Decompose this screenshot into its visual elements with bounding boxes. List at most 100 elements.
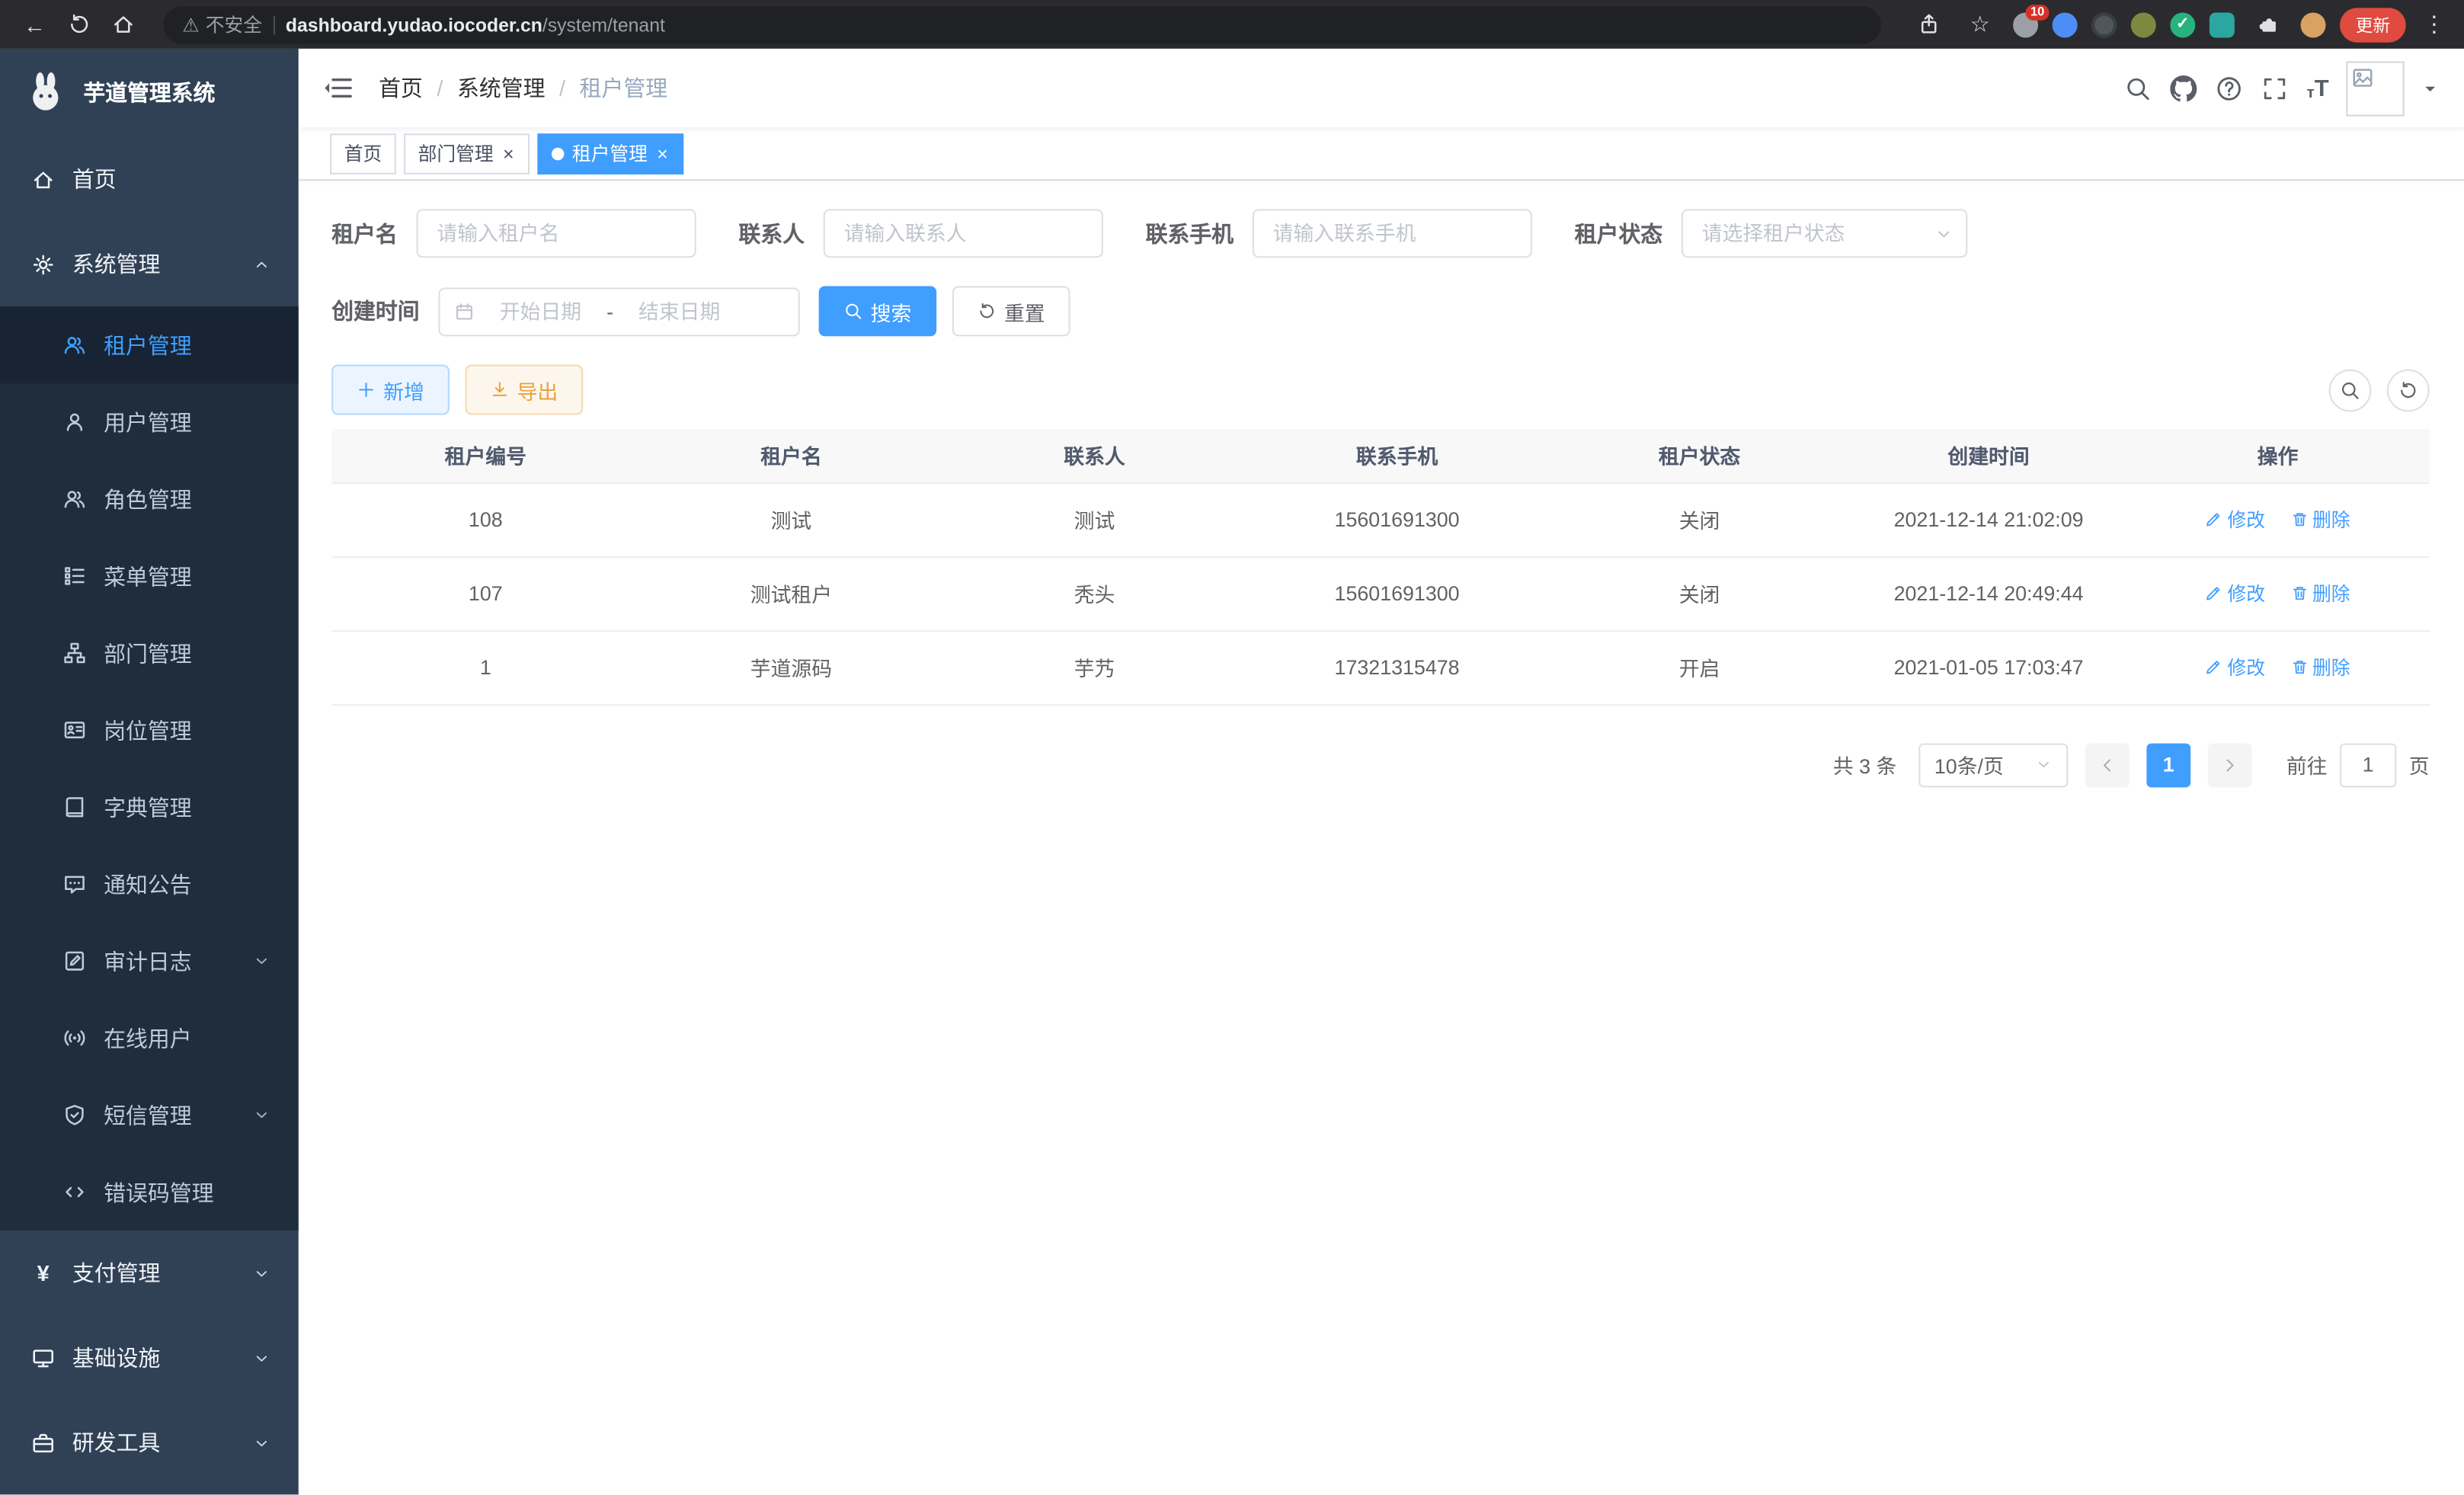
sidebar: 芋道管理系统 首页 系统管理 租户管理 用户管理	[0, 49, 299, 1495]
home-icon[interactable]	[104, 5, 142, 43]
sidebar-item-dict-management[interactable]: 字典管理	[0, 769, 299, 846]
help-icon[interactable]	[2216, 74, 2244, 102]
table-row: 108 测试 测试 15601691300 关闭 2021-12-14 21:0…	[331, 482, 2429, 556]
refresh-table-icon[interactable]	[2387, 369, 2430, 411]
next-page-button[interactable]	[2208, 743, 2252, 787]
col-actions: 操作	[2126, 429, 2430, 482]
tag-home[interactable]: 首页	[330, 133, 396, 174]
breadcrumb-system[interactable]: 系统管理	[457, 72, 546, 104]
shield-icon	[63, 1103, 87, 1127]
user-avatar[interactable]	[2346, 60, 2404, 115]
cell-contact: 测试	[943, 482, 1246, 556]
security-warning[interactable]: ⚠ 不安全	[182, 11, 262, 37]
back-icon[interactable]: ←	[16, 5, 54, 43]
sidebar-collapse-icon[interactable]	[322, 72, 354, 104]
sidebar-item-online-users[interactable]: 在线用户	[0, 1000, 299, 1077]
tenant-name-input[interactable]	[417, 209, 696, 258]
sidebar-item-sms-management[interactable]: 短信管理	[0, 1077, 299, 1154]
add-button[interactable]: 新增	[331, 365, 450, 415]
close-icon[interactable]: ×	[655, 144, 670, 163]
close-icon[interactable]: ×	[501, 144, 516, 163]
sidebar-item-payment-management[interactable]: ¥ 支付管理	[0, 1231, 299, 1315]
hide-search-icon[interactable]	[2329, 369, 2372, 411]
app-logo[interactable]: 芋道管理系统	[0, 49, 299, 137]
delete-link[interactable]: 删除	[2290, 580, 2350, 607]
goto-label: 前往	[2286, 750, 2328, 780]
sidebar-item-label: 字典管理	[104, 791, 192, 822]
search-button[interactable]: 搜索	[819, 286, 937, 336]
header-search-icon[interactable]	[2124, 74, 2152, 102]
extension-teal-icon[interactable]	[2210, 11, 2235, 37]
sidebar-item-menu-management[interactable]: 菜单管理	[0, 537, 299, 614]
page-number-1[interactable]: 1	[2146, 743, 2190, 787]
update-button[interactable]: 更新	[2340, 7, 2406, 41]
browser-actions: ☆ 10 ✓ 更新 ⋮	[1909, 5, 2448, 43]
sidebar-item-label: 通知公告	[104, 869, 192, 900]
users-icon	[63, 333, 87, 357]
extension-pinned-icon[interactable]: 10	[2013, 11, 2038, 37]
sidebar-item-dept-management[interactable]: 部门管理	[0, 614, 299, 691]
delete-link[interactable]: 删除	[2290, 506, 2350, 533]
extension-dark-icon[interactable]	[2091, 11, 2117, 37]
sidebar-item-notice[interactable]: 通知公告	[0, 846, 299, 923]
browser-menu-icon[interactable]: ⋮	[2420, 11, 2448, 37]
github-icon[interactable]	[2170, 74, 2198, 102]
sidebar-item-user-management[interactable]: 用户管理	[0, 383, 299, 460]
sidebar-item-label: 基础设施	[72, 1342, 161, 1373]
total-count: 共 3 条	[1833, 750, 1896, 780]
export-button[interactable]: 导出	[466, 365, 584, 415]
sidebar-item-home[interactable]: 首页	[0, 136, 299, 221]
chevron-down-icon	[253, 1106, 270, 1124]
sidebar-item-system-management[interactable]: 系统管理	[0, 222, 299, 306]
delete-link[interactable]: 删除	[2290, 654, 2350, 680]
filter-mobile: 联系手机	[1146, 209, 1532, 258]
chevron-up-icon	[253, 255, 270, 273]
col-tenant-id: 租户编号	[331, 429, 639, 482]
sidebar-item-error-code-management[interactable]: 错误码管理	[0, 1154, 299, 1231]
sidebar-item-dev-tools[interactable]: 研发工具	[0, 1401, 299, 1485]
tenant-table: 租户编号 租户名 联系人 联系手机 租户状态 创建时间 操作 108 测试	[331, 429, 2429, 705]
address-bar[interactable]: ⚠ 不安全 dashboard.yudao.iocoder.cn/system/…	[164, 5, 1881, 43]
mobile-input[interactable]	[1253, 209, 1532, 258]
fullscreen-icon[interactable]	[2261, 74, 2290, 102]
cell-created: 2021-12-14 20:49:44	[1851, 556, 2126, 630]
status-select[interactable]	[1682, 209, 1967, 258]
breadcrumb-home[interactable]: 首页	[379, 72, 423, 104]
sidebar-item-audit-log[interactable]: 审计日志	[0, 923, 299, 1000]
extension-green-check-icon[interactable]: ✓	[2170, 11, 2195, 37]
top-navbar: 首页 / 系统管理 / 租户管理	[299, 49, 2464, 127]
start-date-input[interactable]	[484, 299, 597, 323]
date-range-picker[interactable]: -	[438, 287, 799, 335]
table-row: 107 测试租户 秃头 15601691300 关闭 2021-12-14 20…	[331, 556, 2429, 630]
sidebar-item-role-management[interactable]: 角色管理	[0, 460, 299, 537]
font-size-icon[interactable]: тT	[2307, 75, 2329, 101]
extension-olive-icon[interactable]	[2131, 11, 2156, 37]
reload-icon[interactable]	[59, 5, 98, 43]
caret-down-icon[interactable]	[2421, 79, 2439, 97]
tag-dept-management[interactable]: 部门管理 ×	[404, 133, 530, 174]
end-date-input[interactable]	[622, 299, 736, 323]
signal-icon	[63, 1026, 87, 1050]
sidebar-item-post-management[interactable]: 岗位管理	[0, 692, 299, 769]
download-icon	[491, 380, 510, 399]
sidebar-item-infrastructure[interactable]: 基础设施	[0, 1315, 299, 1400]
tag-tenant-management[interactable]: 租户管理 ×	[537, 133, 683, 174]
sidebar-item-tenant-management[interactable]: 租户管理	[0, 306, 299, 383]
extensions-puzzle-icon[interactable]	[2248, 5, 2286, 43]
goto-page-input[interactable]	[2340, 743, 2396, 787]
contact-input[interactable]	[824, 209, 1103, 258]
prev-page-button[interactable]	[2085, 743, 2130, 787]
extension-blue-icon[interactable]	[2053, 11, 2078, 37]
edit-link[interactable]: 修改	[2206, 580, 2265, 607]
date-separator: -	[606, 299, 613, 323]
reset-button[interactable]: 重置	[952, 286, 1070, 336]
trash-icon	[2290, 584, 2308, 602]
bookmark-star-icon[interactable]: ☆	[1961, 5, 1999, 43]
edit-link[interactable]: 修改	[2206, 506, 2265, 533]
profile-avatar[interactable]	[2301, 11, 2326, 37]
share-icon[interactable]	[1909, 5, 1947, 43]
edit-link[interactable]: 修改	[2206, 654, 2265, 680]
cell-tenant-name: 测试租户	[639, 556, 942, 630]
page-size-select[interactable]: 10条/页	[1918, 743, 2068, 787]
document-edit-icon	[63, 949, 87, 973]
